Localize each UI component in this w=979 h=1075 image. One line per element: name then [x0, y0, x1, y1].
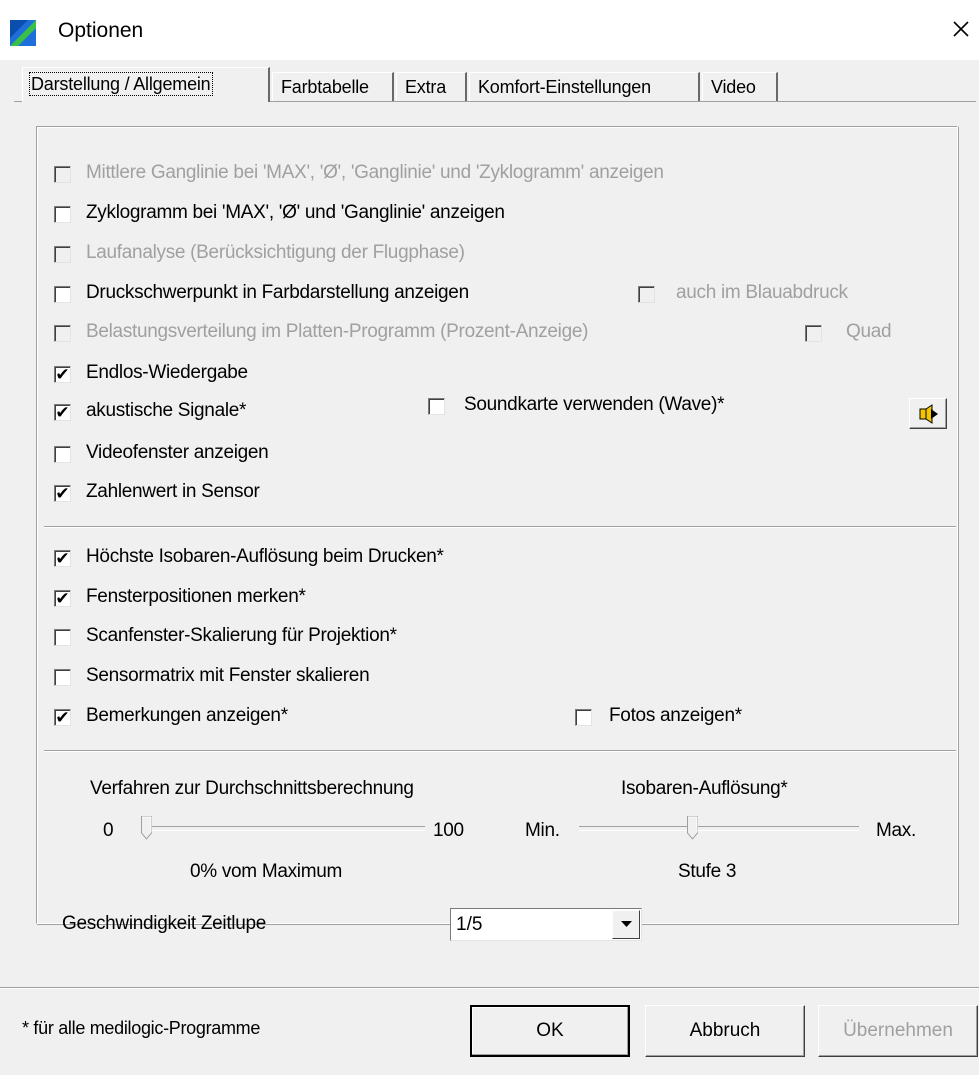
checkbox-laufanalyse[interactable] [54, 246, 71, 263]
speaker-play-icon [919, 404, 938, 424]
tab-label: Extra [405, 77, 447, 97]
label-blauabdruck: auch im Blauabdruck [676, 282, 848, 303]
label-belastungsverteilung: Belastungsverteilung im Platten-Programm… [86, 321, 589, 342]
slider-isobaren-min-label: Min. [525, 820, 560, 841]
slider-isobaren-max-label: Max. [876, 820, 916, 841]
slider-durchschnitt-title: Verfahren zur Durchschnittsberechnung [90, 778, 414, 799]
checkbox-druckschwerpunkt[interactable] [54, 286, 71, 303]
label-bemerkungen: Bemerkungen anzeigen* [86, 705, 288, 726]
zeitlupe-label: Geschwindigkeit Zeitlupe [62, 913, 267, 934]
checkbox-isobaren-druck[interactable]: ✔ [54, 550, 71, 567]
checkbox-sensormatrix[interactable] [54, 669, 71, 686]
zeitlupe-value: 1/5 [456, 914, 483, 935]
sound-test-button[interactable] [909, 398, 947, 429]
label-fensterpositionen: Fensterpositionen merken* [86, 586, 306, 607]
label-zahlenwert: Zahlenwert in Sensor [86, 481, 260, 502]
ok-button[interactable]: OK [470, 1005, 630, 1057]
checkbox-videofenster[interactable] [54, 446, 71, 463]
checkbox-fensterpositionen[interactable]: ✔ [54, 590, 71, 607]
slider-thumb[interactable] [687, 816, 698, 840]
label-videofenster: Videofenster anzeigen [86, 442, 269, 463]
app-logo-icon [10, 20, 36, 46]
checkbox-quad[interactable] [805, 325, 822, 342]
checkbox-akustische-signale[interactable]: ✔ [54, 404, 71, 421]
title-bar: Optionen [0, 0, 979, 60]
slider-durchschnitt-caption: 0% vom Maximum [190, 861, 343, 882]
tab-video[interactable]: Video [702, 72, 778, 101]
slider-isobaren[interactable] [579, 816, 859, 842]
cancel-button[interactable]: Abbruch [645, 1005, 805, 1057]
tab-komfort[interactable]: Komfort-Einstellungen [469, 72, 700, 101]
slider-track [141, 826, 425, 831]
close-icon[interactable] [948, 16, 974, 42]
dropdown-arrow-icon [621, 921, 632, 927]
window-title: Optionen [58, 19, 144, 42]
slider-isobaren-title: Isobaren-Auflösung* [621, 778, 788, 799]
checkbox-bemerkungen[interactable]: ✔ [54, 709, 71, 726]
slider-durchschnitt-max-label: 100 [433, 820, 464, 841]
label-scanfenster: Scanfenster-Skalierung für Projektion* [86, 625, 397, 646]
label-quad: Quad [846, 321, 892, 342]
checkbox-scanfenster[interactable] [54, 629, 71, 646]
slider-durchschnitt-min-label: 0 [103, 820, 114, 841]
tab-label: Darstellung / Allgemein [29, 72, 213, 96]
separator [44, 526, 956, 528]
checkbox-belastungsverteilung[interactable] [54, 325, 71, 342]
dropdown-arrow-button[interactable] [612, 910, 640, 939]
tab-farbtabelle[interactable]: Farbtabelle [272, 72, 394, 101]
tab-label: Komfort-Einstellungen [478, 77, 651, 97]
label-sensormatrix: Sensormatrix mit Fenster skalieren [86, 665, 370, 686]
checkbox-soundkarte[interactable] [428, 398, 445, 415]
tab-darstellung[interactable]: Darstellung / Allgemein [22, 67, 270, 102]
label-akustische-signale: akustische Signale* [86, 400, 247, 421]
checkbox-endlos-wiedergabe[interactable]: ✔ [54, 366, 71, 383]
label-isobaren-druck: Höchste Isobaren-Auflösung beim Drucken* [86, 546, 444, 567]
tab-label: Video [711, 77, 756, 97]
separator [44, 750, 956, 752]
slider-track [579, 826, 859, 831]
checkbox-blauabdruck[interactable] [638, 286, 655, 303]
tab-extra[interactable]: Extra [396, 72, 467, 101]
zeitlupe-select[interactable]: 1/5 [450, 908, 642, 941]
slider-isobaren-caption: Stufe 3 [678, 861, 737, 882]
label-mittlere-ganglinie: Mittlere Ganglinie bei 'MAX', 'Ø', 'Gang… [86, 162, 664, 183]
checkbox-fotos[interactable] [575, 709, 592, 726]
slider-durchschnitt[interactable] [141, 816, 425, 842]
label-laufanalyse: Laufanalyse (Berücksichtigung der Flugph… [86, 242, 465, 263]
checkbox-zyklogramm[interactable] [54, 206, 71, 223]
label-soundkarte: Soundkarte verwenden (Wave)* [464, 394, 725, 415]
footer-separator [0, 987, 979, 989]
checkbox-mittlere-ganglinie[interactable] [54, 166, 71, 183]
label-zyklogramm: Zyklogramm bei 'MAX', 'Ø' und 'Ganglinie… [86, 202, 505, 223]
slider-thumb[interactable] [141, 816, 152, 840]
label-druckschwerpunkt: Druckschwerpunkt in Farbdarstellung anze… [86, 282, 469, 303]
checkbox-zahlenwert[interactable]: ✔ [54, 485, 71, 502]
label-endlos-wiedergabe: Endlos-Wiedergabe [86, 362, 248, 383]
tab-label: Farbtabelle [281, 77, 369, 97]
label-fotos: Fotos anzeigen* [609, 705, 742, 726]
apply-button[interactable]: Übernehmen [818, 1005, 978, 1057]
footer-note: * für alle medilogic-Programme [22, 1018, 261, 1038]
